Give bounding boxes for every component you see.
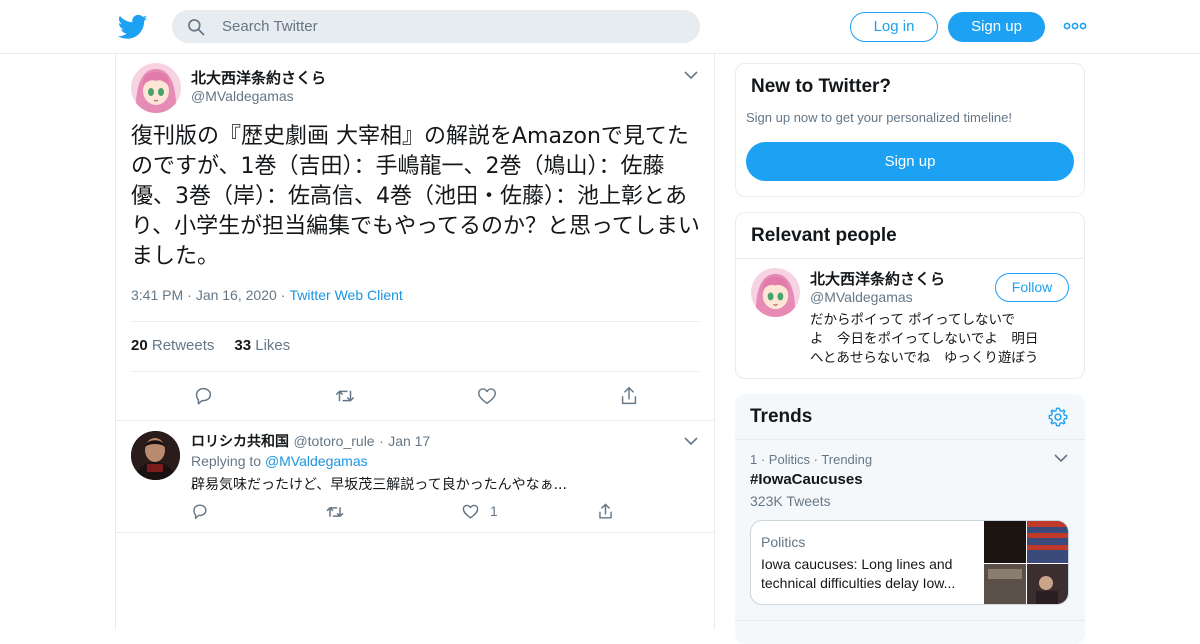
tweet-stats: 20 Retweets 33 Likes bbox=[131, 337, 290, 354]
like-icon[interactable] bbox=[476, 385, 498, 407]
trend-news-card[interactable]: Politics Iowa caucuses: Long lines and t… bbox=[750, 520, 1069, 605]
login-button[interactable]: Log in bbox=[850, 12, 938, 42]
search-icon bbox=[188, 19, 205, 36]
meta-separator: · bbox=[187, 287, 192, 303]
more-icon[interactable] bbox=[1063, 18, 1087, 34]
twitter-logo-icon[interactable] bbox=[118, 12, 148, 42]
avatar[interactable] bbox=[131, 63, 181, 113]
new-to-twitter-card: New to Twitter? Sign up now to get your … bbox=[735, 63, 1085, 197]
likes-count: 33 bbox=[234, 337, 252, 354]
trend-hashtag[interactable]: #IowaCaucuses bbox=[750, 471, 863, 488]
divider bbox=[736, 258, 1084, 259]
news-thumbnail-image bbox=[984, 521, 1068, 604]
signup-button[interactable]: Sign up bbox=[948, 12, 1045, 42]
search-placeholder: Search Twitter bbox=[222, 18, 318, 35]
reply-author-name[interactable]: ロリシカ共和国 bbox=[191, 434, 289, 450]
tweet-date[interactable]: Jan 16, 2020 bbox=[196, 287, 277, 303]
news-headline: Iowa caucuses: Long lines and technical … bbox=[761, 556, 956, 591]
divider bbox=[735, 620, 1085, 621]
person-name[interactable]: 北大西洋条約さくら bbox=[810, 268, 945, 289]
divider bbox=[735, 439, 1085, 440]
replying-to-link[interactable]: @MValdegamas bbox=[265, 453, 368, 469]
sidebar-signup-button[interactable]: Sign up bbox=[746, 142, 1074, 181]
trends-card: Trends 1 · Politics · Trending #IowaCauc… bbox=[735, 394, 1085, 644]
person-bio: だからポイって ポイってしないで よ 今日をポイってしないでよ 明日 へとあせら… bbox=[810, 312, 1039, 366]
avatar[interactable] bbox=[131, 431, 180, 480]
divider bbox=[131, 321, 699, 322]
like-icon[interactable] bbox=[461, 502, 480, 521]
main-column: 北大西洋条約さくら @MValdegamas 復刊版の『歴史劇画 大宰相』の解説… bbox=[115, 54, 715, 630]
reply-icon[interactable] bbox=[190, 502, 209, 521]
person-handle[interactable]: @MValdegamas bbox=[810, 289, 913, 305]
card-title: Relevant people bbox=[751, 225, 897, 246]
likes-stat[interactable]: 33 Likes bbox=[234, 337, 290, 354]
meta-separator: · bbox=[280, 287, 286, 303]
replying-prefix: Replying to bbox=[191, 453, 262, 469]
retweet-icon[interactable] bbox=[325, 502, 345, 522]
tweet-author-name[interactable]: 北大西洋条約さくら bbox=[191, 67, 326, 88]
retweets-label: Retweets bbox=[151, 337, 215, 354]
relevant-people-card: Relevant people 北大西洋条約さくら @MValdegamas F… bbox=[735, 212, 1085, 379]
tweet-author-handle[interactable]: @MValdegamas bbox=[191, 88, 294, 104]
anime-avatar-icon bbox=[751, 268, 800, 317]
tweet-client-link[interactable]: Twitter Web Client bbox=[289, 287, 402, 303]
trend-tweet-count: 323K Tweets bbox=[750, 493, 831, 509]
top-bar: Search Twitter Log in Sign up bbox=[0, 0, 1200, 54]
card-subtitle: Sign up now to get your personalized tim… bbox=[746, 110, 1012, 125]
chevron-down-icon[interactable] bbox=[684, 436, 698, 446]
chevron-down-icon[interactable] bbox=[1054, 453, 1068, 463]
trend-status: Trending bbox=[821, 452, 873, 467]
retweet-icon[interactable] bbox=[334, 385, 356, 407]
trend-rank: 1 bbox=[750, 452, 758, 467]
reply-author-handle[interactable]: @totoro_rule bbox=[293, 433, 374, 449]
divider bbox=[131, 371, 699, 372]
tweet-text: 復刊版の『歴史劇画 大宰相』の解説をAmazonで見てたのですが、1巻（吉田）：… bbox=[131, 124, 700, 269]
share-icon[interactable] bbox=[618, 385, 640, 407]
retweets-stat[interactable]: 20 Retweets bbox=[131, 337, 214, 354]
reply-icon[interactable] bbox=[192, 385, 214, 407]
search-input[interactable]: Search Twitter bbox=[172, 10, 700, 43]
chevron-down-icon[interactable] bbox=[684, 70, 698, 80]
gear-icon[interactable] bbox=[1047, 406, 1069, 428]
tweet-time[interactable]: 3:41 PM bbox=[131, 287, 183, 303]
retweets-count: 20 bbox=[131, 337, 148, 354]
anime-avatar-icon bbox=[131, 63, 181, 113]
reply-date[interactable]: Jan 17 bbox=[388, 433, 430, 449]
reply-header: ロリシカ共和国 @totoro_rule · Jan 17 bbox=[191, 431, 430, 451]
meta-separator: · bbox=[379, 433, 384, 449]
reply-likes-count: 1 bbox=[490, 503, 498, 519]
replying-to: Replying to @MValdegamas bbox=[191, 453, 368, 469]
likes-label: Likes bbox=[255, 337, 291, 354]
follow-button[interactable]: Follow bbox=[995, 273, 1069, 302]
divider bbox=[116, 532, 714, 533]
share-icon[interactable] bbox=[596, 502, 615, 521]
card-title: New to Twitter? bbox=[751, 76, 892, 97]
person-avatar-icon bbox=[131, 431, 180, 480]
tweet-meta: 3:41 PM · Jan 16, 2020 · Twitter Web Client bbox=[131, 287, 403, 303]
trend-meta: 1 · Politics · Trending bbox=[750, 452, 873, 467]
divider bbox=[116, 420, 714, 421]
card-title: Trends bbox=[750, 406, 813, 427]
trend-category: Politics bbox=[768, 452, 810, 467]
reply-text: 辟易気味だったけど、早坂茂三解説って良かったんやなぁ... bbox=[191, 477, 567, 493]
avatar[interactable] bbox=[751, 268, 800, 317]
news-category: Politics bbox=[761, 534, 806, 550]
